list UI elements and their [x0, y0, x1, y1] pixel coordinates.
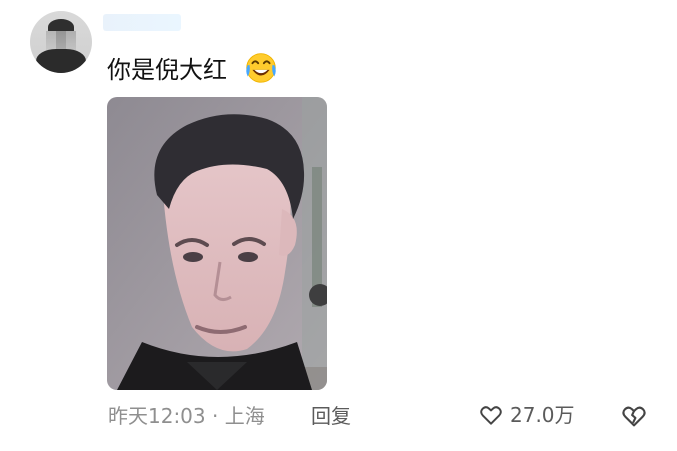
- broken-heart-icon[interactable]: [620, 402, 648, 430]
- username-redacted[interactable]: [103, 14, 181, 31]
- reply-button[interactable]: 回复: [311, 404, 351, 428]
- comment-time: 昨天12:03: [108, 404, 206, 428]
- portrait-photo: [107, 97, 327, 390]
- avatar-shirt: [36, 49, 86, 73]
- comment-text: 你是倪大红: [107, 56, 227, 84]
- avatar[interactable]: [30, 11, 92, 73]
- comment-meta: 昨天12:03 · 上海: [108, 404, 265, 428]
- comment-location: 上海: [224, 404, 265, 428]
- like-count: 27.0万: [510, 403, 575, 427]
- meta-separator: ·: [212, 404, 219, 428]
- heart-outline-icon: [480, 406, 502, 425]
- like-button[interactable]: 27.0万: [478, 402, 575, 428]
- comment-image[interactable]: [107, 97, 327, 390]
- laughing-with-tears-emoji: [246, 53, 276, 83]
